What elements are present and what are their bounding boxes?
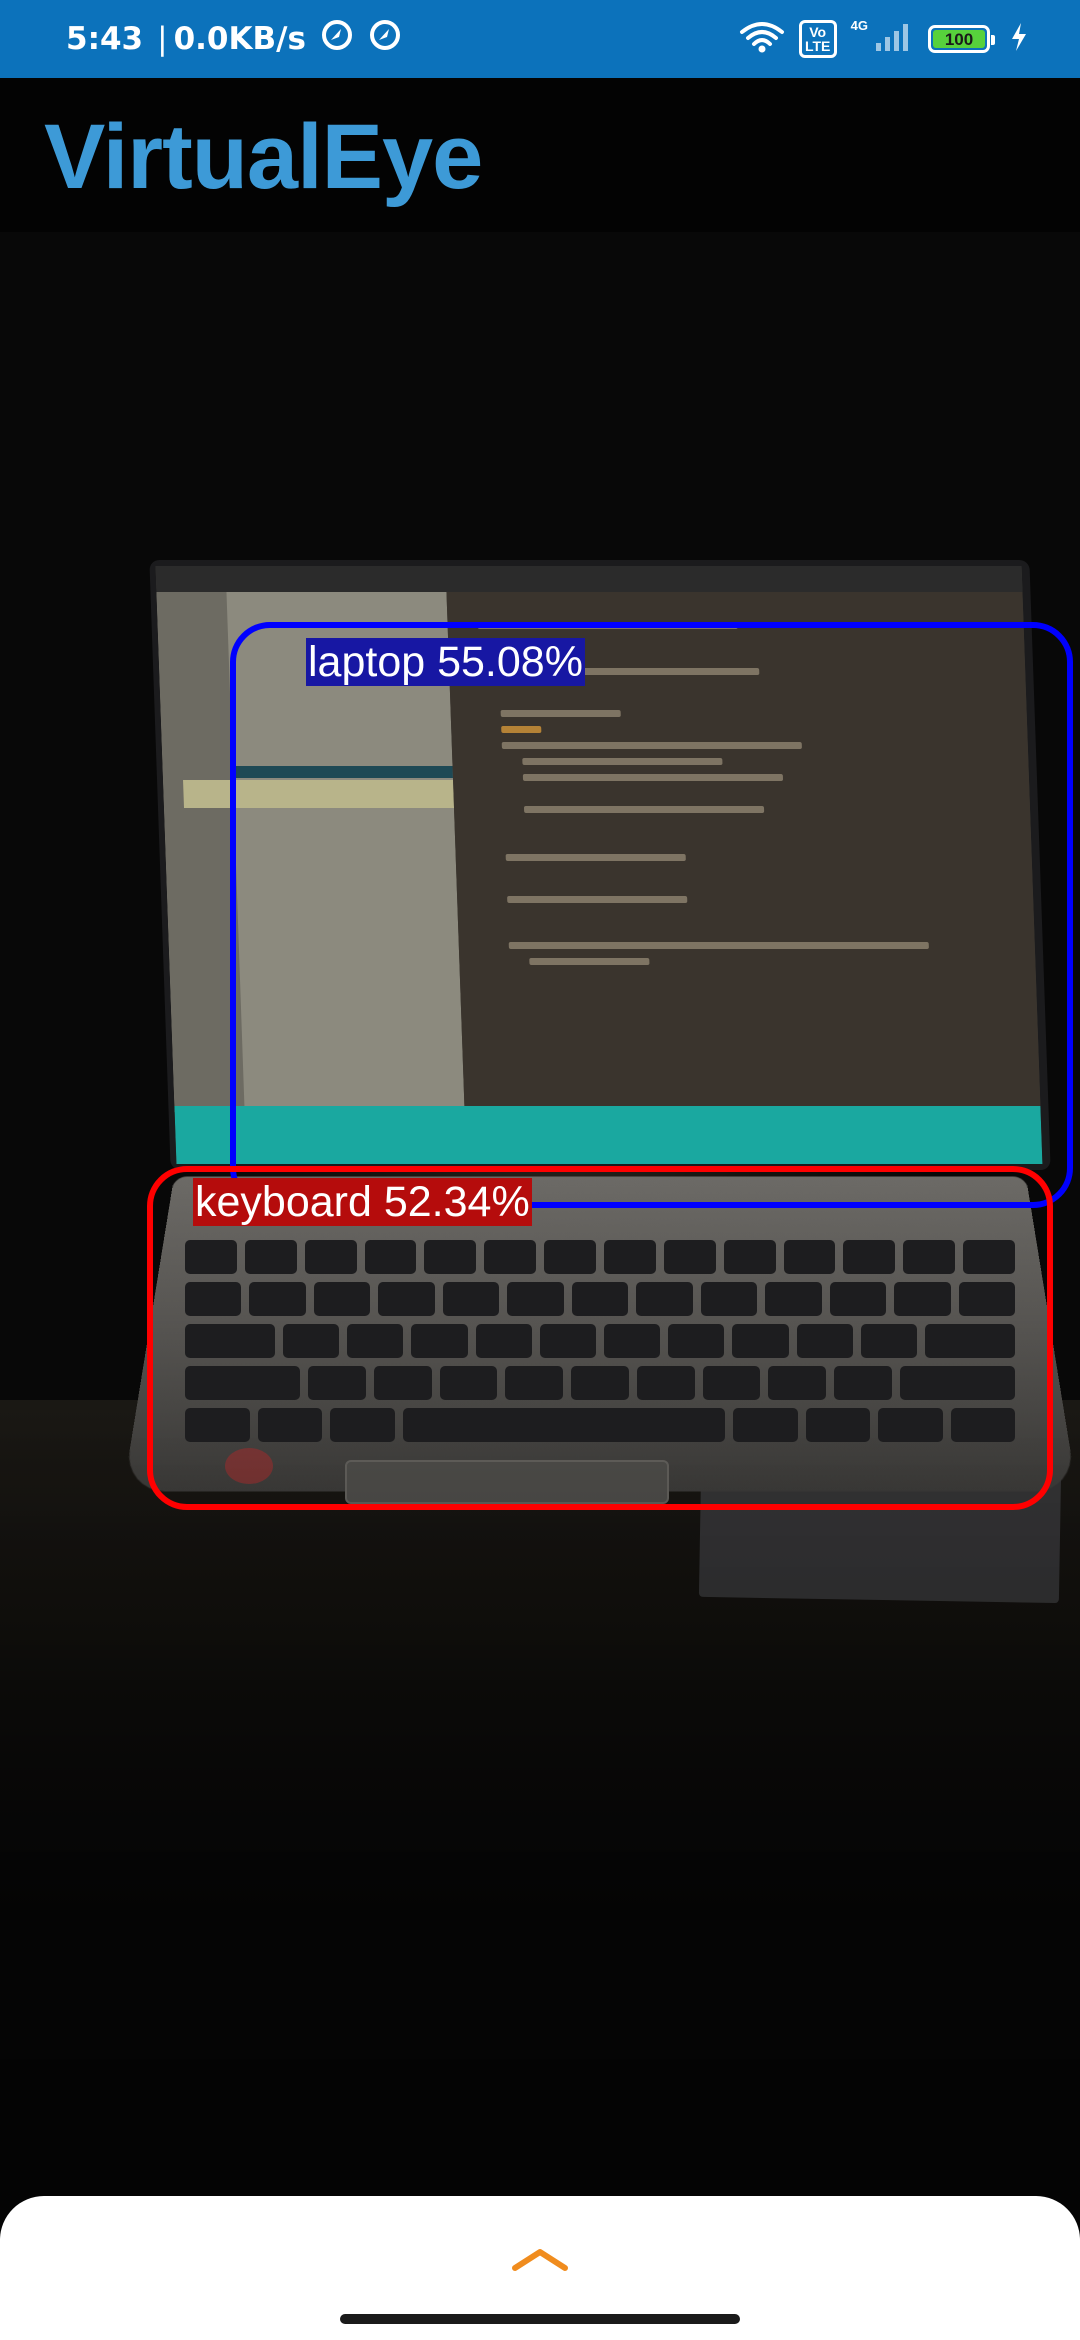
detection-box-laptop <box>230 622 1073 1208</box>
net-speed: 0.0KB/s <box>173 21 306 57</box>
charging-icon <box>1010 22 1028 57</box>
volte-badge: Vo LTE <box>798 20 837 58</box>
battery-level: 100 <box>933 30 985 49</box>
clock: 5:43 <box>66 21 144 57</box>
signal-icon <box>874 21 914 58</box>
status-left: 5:43 | 0.0KB/s <box>66 0 402 78</box>
detection-label-keyboard: keyboard 52.34% <box>193 1178 532 1226</box>
status-bar: 5:43 | 0.0KB/s Vo LTE 4G 100 <box>0 0 1080 78</box>
wifi-icon <box>739 20 785 59</box>
status-right: Vo LTE 4G 100 <box>739 0 1028 78</box>
status-separator: | <box>157 21 168 57</box>
detection-label-laptop: laptop 55.08% <box>306 638 585 686</box>
location-icon <box>320 18 354 60</box>
chevron-up-icon[interactable] <box>505 2238 575 2278</box>
battery-indicator: 100 <box>928 25 995 53</box>
app-title: VirtualEye <box>44 106 483 208</box>
gesture-nav-bar[interactable] <box>340 2314 740 2324</box>
bottom-sheet[interactable] <box>0 2196 1080 2340</box>
network-type: 4G <box>850 17 868 33</box>
app-screen: 5:43 | 0.0KB/s Vo LTE 4G 100 laptop 55.0… <box>0 0 1080 2340</box>
location-icon <box>368 18 402 60</box>
